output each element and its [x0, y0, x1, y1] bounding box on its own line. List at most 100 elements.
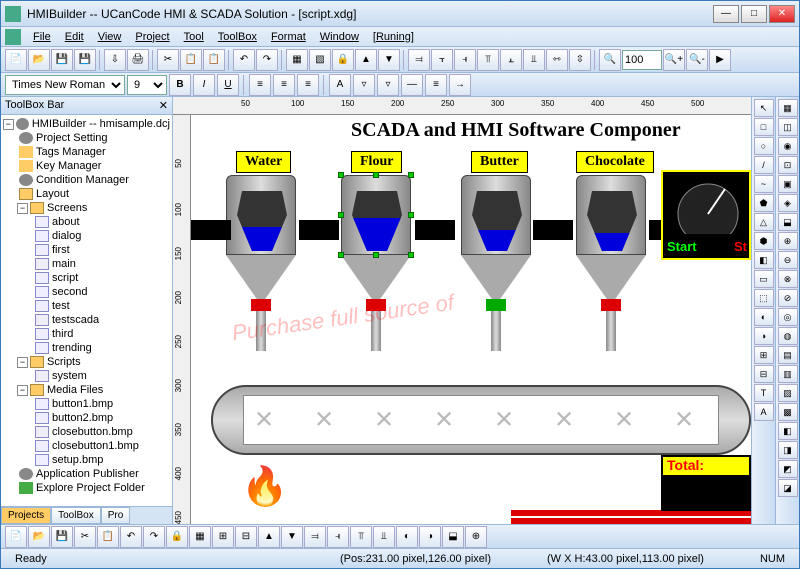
- cut-button[interactable]: ✂: [157, 49, 179, 71]
- tree-toggle[interactable]: −: [17, 385, 28, 396]
- component-tool[interactable]: ▩: [778, 403, 798, 421]
- bottom-tool[interactable]: ▼: [281, 526, 303, 548]
- tab-pro[interactable]: Pro: [101, 507, 131, 524]
- align-right-button[interactable]: ⫣: [454, 49, 476, 71]
- tree-item[interactable]: trending: [52, 342, 92, 354]
- component-tool[interactable]: ⊕: [778, 232, 798, 250]
- align-left-button[interactable]: ⫤: [408, 49, 430, 71]
- open-button[interactable]: 📂: [28, 49, 50, 71]
- bottom-tool[interactable]: ⫪: [350, 526, 372, 548]
- tree-toggle[interactable]: −: [17, 203, 28, 214]
- align-bottom-button[interactable]: ⫫: [523, 49, 545, 71]
- component-tool[interactable]: ◍: [778, 327, 798, 345]
- tree-item[interactable]: closebutton1.bmp: [52, 440, 139, 452]
- draw-tool[interactable]: ~: [754, 175, 774, 193]
- distribute-h-button[interactable]: ⇿: [546, 49, 568, 71]
- underline-button[interactable]: U: [217, 74, 239, 96]
- component-tool[interactable]: ⊡: [778, 156, 798, 174]
- paste-button[interactable]: 📋: [203, 49, 225, 71]
- bottom-tool[interactable]: ↷: [143, 526, 165, 548]
- tree-condition[interactable]: Condition Manager: [36, 174, 129, 186]
- tree-explore[interactable]: Explore Project Folder: [36, 482, 145, 494]
- label-flour[interactable]: Flour: [351, 151, 402, 173]
- tree-item[interactable]: button1.bmp: [52, 398, 113, 410]
- tree-item[interactable]: script: [52, 272, 78, 284]
- menu-toolbox[interactable]: ToolBox: [212, 29, 263, 45]
- zoom-input[interactable]: [622, 50, 662, 70]
- saveall-button[interactable]: 💾: [74, 49, 96, 71]
- component-tool[interactable]: ▦: [778, 99, 798, 117]
- bottom-tool[interactable]: ⬓: [442, 526, 464, 548]
- menu-edit[interactable]: Edit: [59, 29, 90, 45]
- menu-window[interactable]: Window: [314, 29, 365, 45]
- tree-project-setting[interactable]: Project Setting: [36, 132, 108, 144]
- tree-toggle[interactable]: −: [3, 119, 14, 130]
- group-button[interactable]: ▦: [286, 49, 308, 71]
- menu-runing[interactable]: [Runing]: [367, 29, 420, 45]
- align-center-button[interactable]: ⫟: [431, 49, 453, 71]
- bottom-tool[interactable]: ▦: [189, 526, 211, 548]
- maximize-button[interactable]: □: [741, 5, 767, 23]
- draw-tool[interactable]: A: [754, 403, 774, 421]
- bottom-tool[interactable]: ⊟: [235, 526, 257, 548]
- bottom-tool[interactable]: ✂: [74, 526, 96, 548]
- component-tool[interactable]: ▥: [778, 365, 798, 383]
- linecolor-button[interactable]: ▿: [377, 74, 399, 96]
- draw-tool[interactable]: ◧: [754, 251, 774, 269]
- tree-layout[interactable]: Layout: [36, 188, 69, 200]
- component-tool[interactable]: ▤: [778, 346, 798, 364]
- label-water[interactable]: Water: [236, 151, 291, 173]
- bottom-tool[interactable]: ▲: [258, 526, 280, 548]
- text-center-button[interactable]: ≡: [273, 74, 295, 96]
- component-tool[interactable]: ▣: [778, 175, 798, 193]
- pipe-segment[interactable]: [415, 220, 455, 240]
- size-select[interactable]: 9: [127, 75, 167, 95]
- tank-butter[interactable]: [461, 175, 531, 335]
- component-tool[interactable]: ⊗: [778, 270, 798, 288]
- bottom-tool[interactable]: ⫫: [373, 526, 395, 548]
- draw-tool[interactable]: ◐: [754, 308, 774, 326]
- pipe-segment[interactable]: [191, 220, 231, 240]
- tree-item[interactable]: dialog: [52, 230, 81, 242]
- bottom-tool[interactable]: ⫣: [327, 526, 349, 548]
- menu-project[interactable]: Project: [129, 29, 175, 45]
- sidebar-close-icon[interactable]: ✕: [159, 99, 168, 112]
- draw-tool[interactable]: ⬚: [754, 289, 774, 307]
- fontcolor-button[interactable]: A: [329, 74, 351, 96]
- undo-button[interactable]: ↶: [233, 49, 255, 71]
- text-left-button[interactable]: ≡: [249, 74, 271, 96]
- close-button[interactable]: ✕: [769, 5, 795, 23]
- pipe-red[interactable]: [511, 518, 751, 524]
- tank-chocolate[interactable]: [576, 175, 646, 335]
- tab-projects[interactable]: Projects: [1, 507, 51, 524]
- linestyle-button[interactable]: —: [401, 74, 423, 96]
- draw-tool[interactable]: □: [754, 118, 774, 136]
- font-select[interactable]: Times New Roman: [5, 75, 125, 95]
- design-canvas[interactable]: SCADA and HMI Software Componer Water Fl…: [191, 115, 751, 524]
- bottom-tool[interactable]: ⊕: [465, 526, 487, 548]
- total-label[interactable]: Total:: [661, 455, 751, 477]
- tree-media[interactable]: Media Files: [47, 384, 103, 396]
- tree-item[interactable]: test: [52, 300, 70, 312]
- label-butter[interactable]: Butter: [471, 151, 528, 173]
- menu-view[interactable]: View: [92, 29, 128, 45]
- bottom-tool[interactable]: 📋: [97, 526, 119, 548]
- tree-item[interactable]: first: [52, 244, 70, 256]
- run-button[interactable]: ▶: [709, 49, 731, 71]
- bottom-tool[interactable]: ⫤: [304, 526, 326, 548]
- tree-item[interactable]: closebutton.bmp: [52, 426, 133, 438]
- component-tool[interactable]: ◪: [778, 479, 798, 497]
- ungroup-button[interactable]: ▧: [309, 49, 331, 71]
- tree-screens[interactable]: Screens: [47, 202, 87, 214]
- tree-item[interactable]: third: [52, 328, 73, 340]
- component-tool[interactable]: ⊖: [778, 251, 798, 269]
- tree-root[interactable]: HMIBuilder -- hmisample.dcj: [32, 118, 170, 130]
- draw-tool[interactable]: T: [754, 384, 774, 402]
- component-tool[interactable]: ⊘: [778, 289, 798, 307]
- flame-icon[interactable]: 🔥: [241, 465, 288, 509]
- tree-item[interactable]: main: [52, 258, 76, 270]
- component-tool[interactable]: ◩: [778, 460, 798, 478]
- align-top-button[interactable]: ⫪: [477, 49, 499, 71]
- bottom-tool[interactable]: 📄: [5, 526, 27, 548]
- draw-tool[interactable]: ▭: [754, 270, 774, 288]
